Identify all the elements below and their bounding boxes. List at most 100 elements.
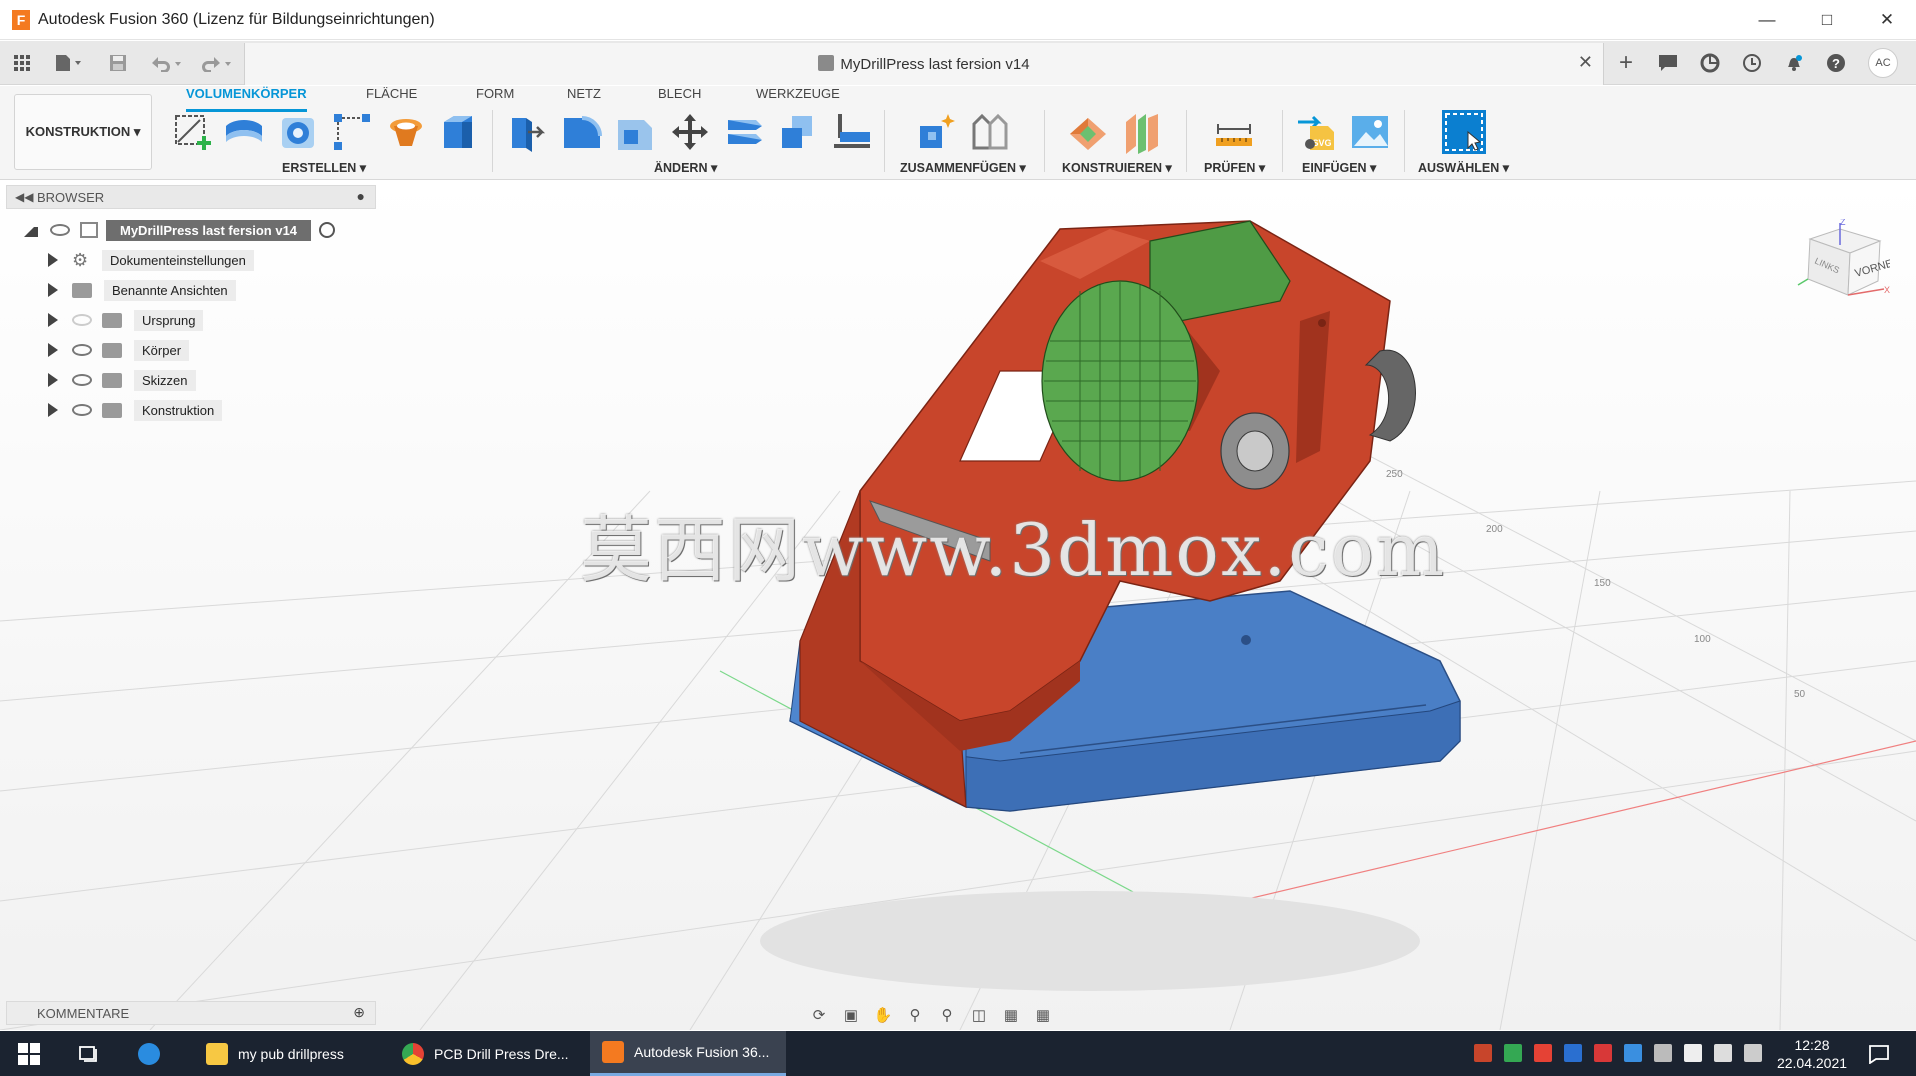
visibility-eye-icon[interactable] — [50, 224, 70, 236]
group-label-pruefen[interactable]: PRÜFEN ▾ — [1204, 160, 1265, 175]
tray-app-icon[interactable] — [1474, 1044, 1492, 1062]
add-comment-icon[interactable]: ⊕ — [353, 1004, 365, 1021]
visibility-eye-icon[interactable] — [72, 374, 92, 386]
move-icon[interactable] — [668, 110, 712, 154]
expand-triangle-icon[interactable] — [48, 403, 58, 417]
tray-gpu-icon[interactable] — [1504, 1044, 1522, 1062]
split-face-icon[interactable] — [830, 110, 874, 154]
redo-icon[interactable] — [196, 49, 236, 77]
group-label-erstellen[interactable]: ERSTELLEN ▾ — [282, 160, 366, 175]
collapse-panel-icon[interactable]: ◀◀ — [15, 190, 33, 204]
job-status-icon[interactable] — [1696, 49, 1724, 77]
look-at-icon[interactable]: ▣ — [840, 1006, 862, 1024]
expand-triangle-icon[interactable] — [48, 343, 58, 357]
group-label-konstruieren[interactable]: KONSTRUIEREN ▾ — [1062, 160, 1172, 175]
press-pull-icon[interactable] — [506, 110, 550, 154]
expand-triangle-icon[interactable] — [48, 313, 58, 327]
grid-settings-icon[interactable]: ▦ — [1000, 1006, 1022, 1024]
new-tab-plus-icon[interactable]: + — [1612, 49, 1640, 77]
pattern-icon[interactable] — [330, 110, 374, 154]
midplane-icon[interactable] — [1120, 110, 1164, 154]
zoom-icon[interactable]: ⚲ — [904, 1006, 926, 1024]
bluetooth-icon[interactable] — [1624, 1044, 1642, 1062]
clock-history-icon[interactable] — [1738, 49, 1766, 77]
user-avatar[interactable]: AC — [1868, 48, 1898, 78]
activate-radio-icon[interactable] — [319, 222, 336, 238]
group-label-aendern[interactable]: ÄNDERN ▾ — [654, 160, 717, 175]
document-tab[interactable]: MyDrillPress last fersion v14 ✕ — [244, 43, 1604, 85]
wifi-icon[interactable] — [1714, 1044, 1732, 1062]
create-sketch-icon[interactable] — [170, 110, 214, 154]
task-view-icon[interactable] — [78, 1031, 100, 1076]
extrude-icon[interactable] — [222, 110, 266, 154]
group-label-einfuegen[interactable]: EINFÜGEN ▾ — [1302, 160, 1376, 175]
browser-item-benannte-ansichten[interactable]: Benannte Ansichten — [48, 277, 236, 303]
box-icon[interactable] — [436, 110, 480, 154]
revolve-icon[interactable] — [276, 110, 320, 154]
save-icon[interactable] — [106, 49, 130, 77]
expand-triangle-icon[interactable] — [24, 223, 38, 237]
browser-item-skizzen[interactable]: Skizzen — [48, 367, 196, 393]
browser-item-dokumenteinstellungen[interactable]: ⚙ Dokumenteinstellungen — [48, 247, 254, 273]
insert-svg-icon[interactable]: SVG — [1294, 110, 1338, 154]
measure-icon[interactable] — [1212, 110, 1256, 154]
select-icon[interactable] — [1440, 108, 1488, 156]
taskbar-clock[interactable]: 12:28 22.04.2021 — [1772, 1036, 1852, 1072]
canvas-viewport[interactable]: 250 200 150 100 50 莫西网www.3dmox.com ◀◀ B… — [0, 181, 1916, 1030]
browser-item-koerper[interactable]: Körper — [48, 337, 190, 363]
display-settings-icon[interactable]: ◫ — [968, 1006, 990, 1024]
group-label-zusammenfuegen[interactable]: ZUSAMMENFÜGEN ▾ — [900, 160, 1026, 175]
offset-plane-icon[interactable] — [1066, 110, 1110, 154]
tray-security-icon[interactable] — [1594, 1044, 1612, 1062]
tab-blech[interactable]: BLECH — [658, 86, 701, 112]
comments-panel-header[interactable]: KOMMENTARE ⊕ — [6, 1001, 376, 1025]
close-icon[interactable]: ✕ — [1858, 0, 1916, 40]
tray-antivirus-icon[interactable] — [1534, 1044, 1552, 1062]
volume-muted-icon[interactable] — [1744, 1044, 1762, 1062]
mail-app-icon[interactable] — [138, 1031, 170, 1076]
taskbar-item-chrome[interactable]: PCB Drill Press Dre... — [396, 1031, 586, 1076]
hole-icon[interactable] — [384, 110, 428, 154]
help-icon[interactable]: ? — [1822, 49, 1850, 77]
joint-icon[interactable] — [968, 110, 1012, 154]
browser-item-ursprung[interactable]: Ursprung — [48, 307, 204, 333]
tab-volumenkoerper[interactable]: VOLUMENKÖRPER — [186, 86, 307, 112]
combine-icon[interactable] — [776, 110, 820, 154]
expand-triangle-icon[interactable] — [48, 283, 58, 297]
tab-form[interactable]: FORM — [476, 86, 514, 112]
comments-icon[interactable] — [1654, 49, 1682, 77]
data-panel-grid-icon[interactable] — [10, 49, 34, 77]
action-center-icon[interactable] — [1868, 1031, 1890, 1076]
tab-flaeche[interactable]: FLÄCHE — [366, 86, 417, 112]
tab-netz[interactable]: NETZ — [567, 86, 601, 112]
minimize-icon[interactable]: — — [1738, 0, 1796, 40]
browser-root-node[interactable]: MyDrillPress last fersion v14 — [24, 217, 336, 243]
maximize-icon[interactable]: □ — [1798, 0, 1856, 40]
model-canvas[interactable]: 250 200 150 100 50 — [0, 181, 1916, 1030]
taskbar-item-explorer[interactable]: my pub drillpress — [196, 1031, 386, 1076]
taskbar-item-fusion[interactable]: Autodesk Fusion 36... — [590, 1031, 786, 1076]
pan-hand-icon[interactable]: ✋ — [872, 1006, 894, 1024]
orbit-icon[interactable]: ⟳ — [808, 1006, 830, 1024]
tray-shield-icon[interactable] — [1564, 1044, 1582, 1062]
usb-icon[interactable] — [1654, 1044, 1672, 1062]
tab-werkzeuge[interactable]: WERKZEUGE — [756, 86, 840, 112]
fillet-icon[interactable] — [560, 110, 604, 154]
close-tab-icon[interactable]: ✕ — [1578, 52, 1593, 73]
windows-start-icon[interactable] — [18, 1031, 40, 1076]
browser-minus-icon[interactable]: ● — [357, 188, 365, 204]
visibility-eye-icon[interactable] — [72, 344, 92, 356]
browser-header[interactable]: ◀◀ BROWSER ● — [6, 185, 376, 209]
browser-item-konstruktion[interactable]: Konstruktion — [48, 397, 223, 423]
browser-root-label[interactable]: MyDrillPress last fersion v14 — [106, 219, 312, 241]
visibility-eye-off-icon[interactable] — [72, 314, 92, 326]
chamfer-icon[interactable] — [614, 110, 658, 154]
insert-image-icon[interactable] — [1348, 110, 1392, 154]
visibility-eye-icon[interactable] — [72, 404, 92, 416]
expand-triangle-icon[interactable] — [48, 373, 58, 387]
undo-icon[interactable] — [146, 49, 186, 77]
viewports-icon[interactable]: ▦ — [1032, 1006, 1054, 1024]
file-menu-icon[interactable] — [50, 49, 86, 77]
new-component-icon[interactable] — [914, 110, 958, 154]
workspace-switcher[interactable]: KONSTRUKTION ▾ — [14, 94, 152, 170]
